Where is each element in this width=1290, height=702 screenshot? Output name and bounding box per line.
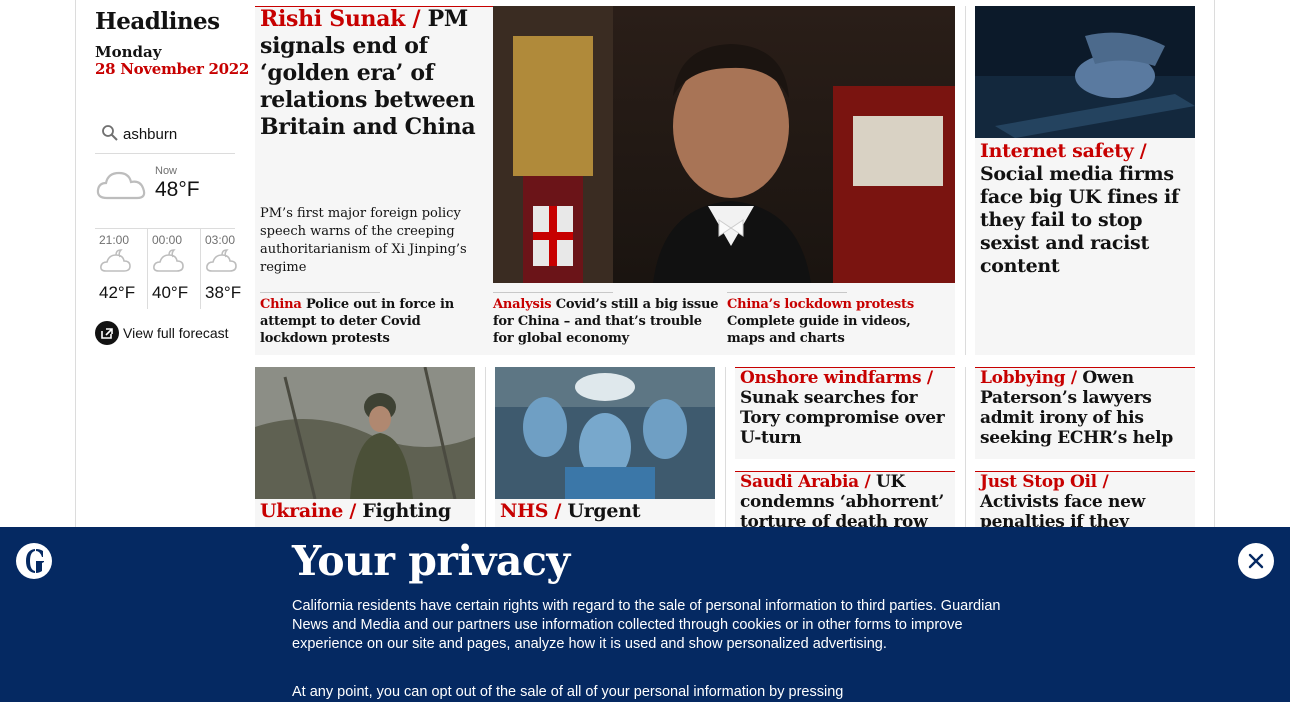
- ukraine-kicker: Ukraine /: [260, 500, 357, 522]
- nhs-photo[interactable]: [495, 367, 715, 499]
- onshore-kicker: Onshore windfarms /: [740, 368, 933, 388]
- partly-cloudy-night-icon: [206, 249, 237, 272]
- sublink-lockdown[interactable]: China’s lockdown protests Complete guide…: [727, 296, 947, 347]
- sublink-kicker: Analysis: [493, 297, 552, 312]
- cloud-icon: [96, 171, 146, 200]
- sublink-kicker: China’s lockdown protests: [727, 297, 914, 312]
- saudi-kicker: Saudi Arabia /: [740, 472, 871, 492]
- forecast-time: 21:00: [99, 233, 130, 247]
- sublink-divider: [727, 292, 847, 293]
- internet-safety-text: Social media firms face big UK fines if …: [980, 163, 1179, 277]
- now-label: Now: [155, 165, 178, 177]
- sublink-divider: [260, 292, 380, 293]
- date-day: Monday: [95, 43, 162, 61]
- close-icon: [1248, 553, 1264, 569]
- privacy-body-optout: At any point, you can opt out of the sal…: [292, 684, 844, 700]
- saudi-headline[interactable]: Saudi Arabia / UK condemns ‘abhorrent’ t…: [740, 472, 952, 532]
- location-value: ashburn: [123, 126, 178, 143]
- ukraine-photo[interactable]: [255, 367, 475, 499]
- column-divider: [725, 367, 726, 537]
- now-temperature: 48°F: [155, 178, 200, 201]
- lead-standfirst: PM’s first major foreign policy speech w…: [260, 206, 467, 275]
- forecast-item: 00:00 40°F: [147, 229, 195, 309]
- full-forecast-label: View full forecast: [123, 325, 229, 341]
- sublink-analysis[interactable]: Analysis Covid’s still a big issue for C…: [493, 296, 719, 347]
- internet-safety-kicker: Internet safety /: [980, 140, 1147, 162]
- onshore-text: Sunak searches for Tory compromise over …: [740, 388, 945, 448]
- lead-photo-image: [493, 6, 955, 283]
- onshore-headline[interactable]: Onshore windfarms / Sunak searches for T…: [740, 368, 952, 448]
- lobbying-kicker: Lobbying /: [980, 368, 1077, 388]
- section-title: Headlines: [95, 8, 220, 35]
- close-button[interactable]: [1238, 543, 1274, 579]
- lead-kicker: Rishi Sunak /: [260, 6, 421, 32]
- sublink-kicker: China: [260, 297, 302, 312]
- privacy-body: California residents have certain rights…: [292, 598, 1001, 652]
- sublink-china[interactable]: China Police out in force in attempt to …: [260, 296, 482, 347]
- internet-safety-headline[interactable]: Internet safety / Social media firms fac…: [980, 140, 1192, 278]
- forecast-item: 03:00 38°F: [200, 229, 248, 309]
- nhs-kicker: NHS /: [500, 500, 562, 522]
- date-full: 28 November 2022: [95, 60, 250, 78]
- column-divider: [965, 6, 966, 355]
- weather-location-field[interactable]: ashburn: [95, 118, 235, 154]
- full-forecast-link[interactable]: View full forecast: [95, 321, 229, 345]
- lobbying-headline[interactable]: Lobbying / Owen Paterson’s lawyers admit…: [980, 368, 1192, 448]
- partly-cloudy-night-icon: [153, 249, 184, 272]
- forecast-time: 00:00: [152, 233, 183, 247]
- guardian-logo: [16, 543, 52, 579]
- internet-safety-photo[interactable]: [975, 6, 1195, 138]
- search-icon: [102, 125, 118, 141]
- sublink-text: Complete guide in videos, maps and chart…: [727, 314, 911, 346]
- lead-photo[interactable]: [493, 6, 955, 283]
- partly-cloudy-night-icon: [100, 249, 131, 272]
- forecast-time: 03:00: [205, 233, 236, 247]
- forecast-temp: 40°F: [152, 283, 189, 302]
- lead-headline[interactable]: Rishi Sunak / PM signals end of ‘golden …: [260, 6, 480, 141]
- surgery-photo-image: [495, 367, 715, 499]
- sublink-divider: [493, 292, 613, 293]
- ukraine-text: Fighting: [362, 500, 451, 522]
- laptop-photo-image: [975, 6, 1195, 138]
- ukraine-headline[interactable]: Ukraine / Fighting: [260, 500, 472, 523]
- column-divider: [485, 367, 486, 537]
- juststop-kicker: Just Stop Oil /: [980, 472, 1109, 492]
- column-divider: [965, 367, 966, 537]
- privacy-banner: Your privacy California residents have c…: [0, 527, 1290, 702]
- soldier-photo-image: [255, 367, 475, 499]
- forecast-temp: 42°F: [99, 283, 136, 302]
- forecast-item: 21:00 42°F: [95, 229, 143, 309]
- forecast-temp: 38°F: [205, 283, 242, 302]
- privacy-title: Your privacy: [292, 537, 570, 585]
- external-link-icon: [95, 321, 119, 345]
